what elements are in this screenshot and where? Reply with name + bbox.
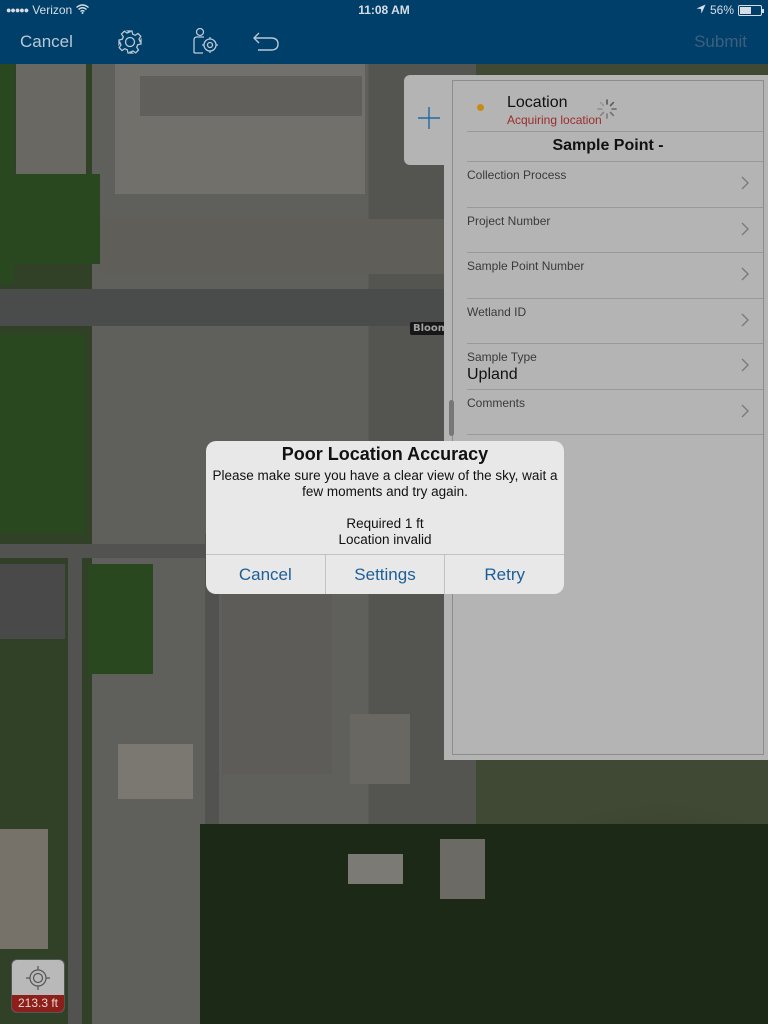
chevron-right-icon [741, 404, 749, 423]
gps-accuracy-readout: 213.3 ft [12, 995, 64, 1012]
map-feature [0, 334, 85, 534]
map-feature [350, 714, 410, 784]
battery-icon [738, 4, 764, 16]
loading-spinner-icon [596, 98, 618, 125]
plus-icon[interactable] [418, 107, 440, 134]
map-feature [10, 174, 100, 264]
alert-dialog: Poor Location Accuracy Please make sure … [206, 441, 564, 594]
location-title: Location [507, 94, 568, 111]
panel-resize-handle[interactable] [449, 400, 454, 436]
map-feature [0, 564, 65, 639]
map-feature [16, 64, 86, 174]
map-feature [118, 744, 193, 799]
alert-message: Please make sure you have a clear view o… [212, 468, 558, 499]
chevron-right-icon [741, 267, 749, 286]
chevron-right-icon [741, 313, 749, 332]
chevron-right-icon [741, 358, 749, 377]
feature-form-panel: Location Acquiring location Sample Point… [444, 75, 768, 760]
status-time: 11:08 AM [358, 3, 410, 17]
person-settings-icon[interactable] [191, 27, 221, 60]
field-label: Wetland ID [467, 305, 527, 319]
gps-accuracy-button[interactable]: 213.3 ft [11, 959, 65, 1013]
alert-location-validity: Location invalid [338, 532, 432, 547]
map-feature [100, 219, 445, 274]
map-feature [88, 564, 153, 674]
map-feature [222, 594, 332, 774]
section-title: Sample Point - [552, 137, 664, 154]
field-label: Comments [467, 396, 526, 410]
field-project-number[interactable]: Project Number [467, 208, 763, 253]
map-feature [0, 544, 220, 558]
status-bar: ●●●●● Verizon 11:08 AM 56% [0, 0, 768, 20]
field-label: Collection Process [467, 168, 567, 182]
location-status-dot [477, 104, 484, 111]
location-row[interactable]: Location Acquiring location [453, 81, 763, 136]
alert-settings-button[interactable]: Settings [326, 555, 446, 594]
undo-icon[interactable] [252, 30, 280, 57]
field-sample-type[interactable]: Sample Type Upland [467, 344, 763, 389]
gear-icon[interactable] [117, 29, 143, 60]
location-status: Acquiring location [507, 113, 602, 127]
field-label: Project Number [467, 214, 551, 228]
battery-fill [740, 6, 751, 14]
form-container: Location Acquiring location Sample Point… [452, 80, 764, 755]
field-sample-point-number[interactable]: Sample Point Number [467, 253, 763, 298]
nav-bar: Cancel Submit [0, 20, 768, 64]
map-feature [0, 829, 48, 949]
divider [467, 434, 763, 435]
divider [467, 131, 763, 132]
chevron-right-icon [741, 176, 749, 195]
alert-retry-button[interactable]: Retry [445, 555, 564, 594]
alert-required-accuracy: Required 1 ft [346, 516, 424, 531]
gps-target-icon [26, 966, 50, 995]
alert-details: Required 1 ft Location invalid [206, 516, 564, 548]
alert-title: Poor Location Accuracy [281, 444, 489, 464]
map-feature [348, 854, 403, 884]
field-label: Sample Type [467, 350, 537, 364]
field-label: Sample Point Number [467, 259, 585, 273]
top-bar: ●●●●● Verizon 11:08 AM 56% Cancel Submit [0, 0, 768, 64]
map-feature [140, 76, 362, 116]
submit-button[interactable]: Submit [694, 32, 747, 52]
chevron-right-icon [741, 222, 749, 241]
map-feature [440, 839, 485, 899]
field-comments[interactable]: Comments [467, 390, 763, 435]
field-wetland-id[interactable]: Wetland ID [467, 299, 763, 344]
alert-cancel-button[interactable]: Cancel [206, 555, 326, 594]
alert-buttons: Cancel Settings Retry [206, 554, 564, 594]
field-value: Upland [467, 366, 518, 383]
map-feature [68, 544, 82, 1024]
field-collection-process[interactable]: Collection Process [467, 162, 763, 207]
cancel-button[interactable]: Cancel [20, 32, 73, 52]
